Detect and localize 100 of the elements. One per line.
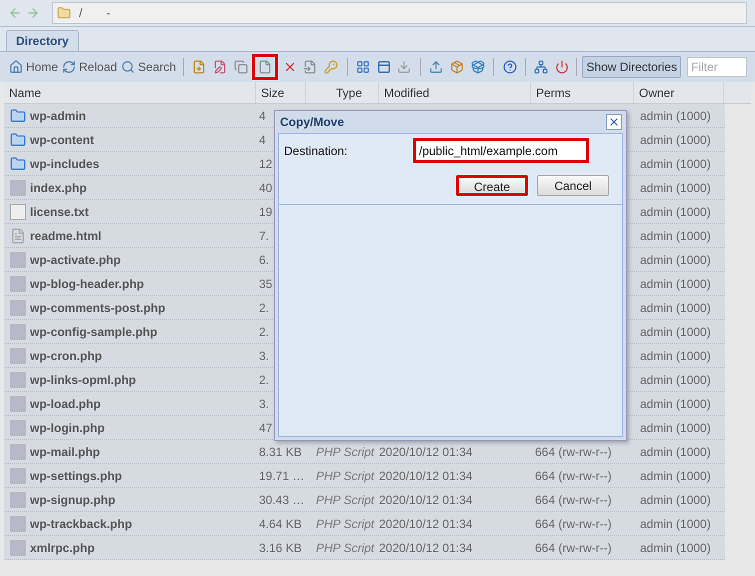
file-name[interactable]: wp-content xyxy=(30,130,94,148)
file-size: 4 xyxy=(259,108,266,122)
close-button[interactable] xyxy=(606,114,622,130)
toolbar-button[interactable]: Search xyxy=(120,58,178,76)
file-name[interactable]: wp-load.php xyxy=(30,394,101,412)
file-name[interactable]: wp-login.php xyxy=(30,418,105,436)
refresh-icon xyxy=(62,60,76,74)
file-owner: admin (1000) xyxy=(640,156,711,170)
file-perms: 664 (rw-rw-r--) xyxy=(535,516,612,530)
download-icon xyxy=(397,60,412,74)
folder-icon xyxy=(10,132,26,148)
file-owner: admin (1000) xyxy=(640,324,711,338)
window-icon xyxy=(376,60,391,74)
file-size: 30.43 … xyxy=(259,492,304,506)
file-name[interactable]: readme.html xyxy=(30,226,102,244)
php-file-icon xyxy=(10,396,26,412)
file-size: 3. xyxy=(259,348,270,362)
modified-date: 2020/10/12 01:34 xyxy=(379,540,472,554)
file-owner: admin (1000) xyxy=(640,228,711,242)
php-file-icon xyxy=(10,276,26,292)
file-owner: admin (1000) xyxy=(640,396,711,410)
file-name[interactable]: wp-settings.php xyxy=(30,466,122,484)
file-name[interactable]: xmlrpc.php xyxy=(30,538,95,556)
file-name[interactable]: wp-includes xyxy=(30,154,100,172)
file-owner: admin (1000) xyxy=(640,132,711,146)
dialog-title: Copy/Move xyxy=(280,114,344,131)
filter-field[interactable]: Filter xyxy=(687,57,748,77)
html-file-icon xyxy=(10,228,26,244)
column-header[interactable]: Perms xyxy=(531,82,634,103)
php-file-icon xyxy=(10,444,26,460)
php-file-icon xyxy=(10,468,26,484)
file-name[interactable]: license.txt xyxy=(30,202,89,220)
file-name[interactable]: wp-mail.php xyxy=(30,442,100,460)
file-name[interactable]: wp-cron.php xyxy=(30,346,102,364)
copy-icon xyxy=(234,60,248,74)
file-name[interactable]: wp-signup.php xyxy=(30,490,116,508)
file-owner: admin (1000) xyxy=(640,468,711,482)
file-size: 12 xyxy=(259,156,272,170)
text-file-icon xyxy=(10,204,26,220)
file-owner: admin (1000) xyxy=(640,540,711,554)
file-size: 35 xyxy=(259,276,272,290)
address-separator: - xyxy=(106,5,110,22)
file-name[interactable]: wp-activate.php xyxy=(30,250,121,268)
show-directories-toggle[interactable]: Show Directories xyxy=(582,56,682,78)
folder-icon xyxy=(10,108,26,124)
file-perms: 664 (rw-rw-r--) xyxy=(535,492,612,506)
file-name[interactable]: wp-trackback.php xyxy=(30,514,132,532)
forward-icon[interactable] xyxy=(26,6,40,20)
file-size: 19 xyxy=(259,204,272,218)
search-icon xyxy=(121,60,136,74)
help-icon xyxy=(502,60,517,74)
grid-icon xyxy=(356,60,370,74)
file-type: PHP Script xyxy=(316,444,374,458)
toolbar-button[interactable]: Reload xyxy=(61,58,118,76)
file-size: 2. xyxy=(259,372,270,386)
php-file-icon xyxy=(10,252,26,268)
file-name[interactable]: wp-comments-post.php xyxy=(30,298,166,316)
file-owner: admin (1000) xyxy=(640,180,711,194)
file-size: 40 xyxy=(259,180,272,194)
file-name[interactable]: wp-config-sample.php xyxy=(30,322,158,340)
power-icon xyxy=(555,60,570,74)
file-name[interactable]: wp-blog-header.php xyxy=(30,274,144,292)
file-owner: admin (1000) xyxy=(640,252,711,266)
modified-date: 2020/10/12 01:34 xyxy=(379,444,472,458)
directory-tab[interactable]: Directory xyxy=(6,30,79,51)
package-icon xyxy=(450,60,464,74)
network-icon xyxy=(534,60,548,74)
column-header[interactable]: Type xyxy=(306,82,379,103)
file-owner: admin (1000) xyxy=(640,300,711,314)
file-perms: 664 (rw-rw-r--) xyxy=(535,468,612,482)
destination-field[interactable]: /public_html/example.com xyxy=(413,138,589,163)
dialog-button[interactable]: Cancel xyxy=(537,175,609,196)
destination-label: Destination: xyxy=(284,142,348,160)
address-path: / xyxy=(79,5,82,22)
modified-date: 2020/10/12 01:34 xyxy=(379,516,472,530)
file-size: 3. xyxy=(259,396,270,410)
php-file-icon xyxy=(10,372,26,388)
column-header[interactable]: Size xyxy=(256,82,306,103)
file-move-icon xyxy=(303,60,318,74)
address-field[interactable]: / - xyxy=(52,2,747,24)
php-file-icon xyxy=(10,348,26,364)
file-name[interactable]: wp-links-opml.php xyxy=(30,370,136,388)
column-header[interactable]: Modified xyxy=(379,82,531,103)
column-header[interactable]: Owner xyxy=(634,82,724,103)
toolbar-button[interactable]: Home xyxy=(8,58,60,76)
back-icon[interactable] xyxy=(8,6,22,20)
file-size: 2. xyxy=(259,324,270,338)
folder-icon xyxy=(10,156,26,172)
file-type: PHP Script xyxy=(316,492,374,506)
column-header[interactable]: Name xyxy=(4,82,256,103)
file-name[interactable]: wp-admin xyxy=(30,106,86,124)
upload-icon xyxy=(429,60,444,74)
php-file-icon xyxy=(10,492,26,508)
dialog-button[interactable]: Create xyxy=(456,175,528,196)
php-file-icon xyxy=(10,540,26,556)
file-perms: 664 (rw-rw-r--) xyxy=(535,444,612,458)
file-name[interactable]: index.php xyxy=(30,178,87,196)
file-size: 19.71 … xyxy=(259,468,304,482)
toolbar-icon-button[interactable] xyxy=(252,54,278,80)
file-size: 2. xyxy=(259,300,270,314)
